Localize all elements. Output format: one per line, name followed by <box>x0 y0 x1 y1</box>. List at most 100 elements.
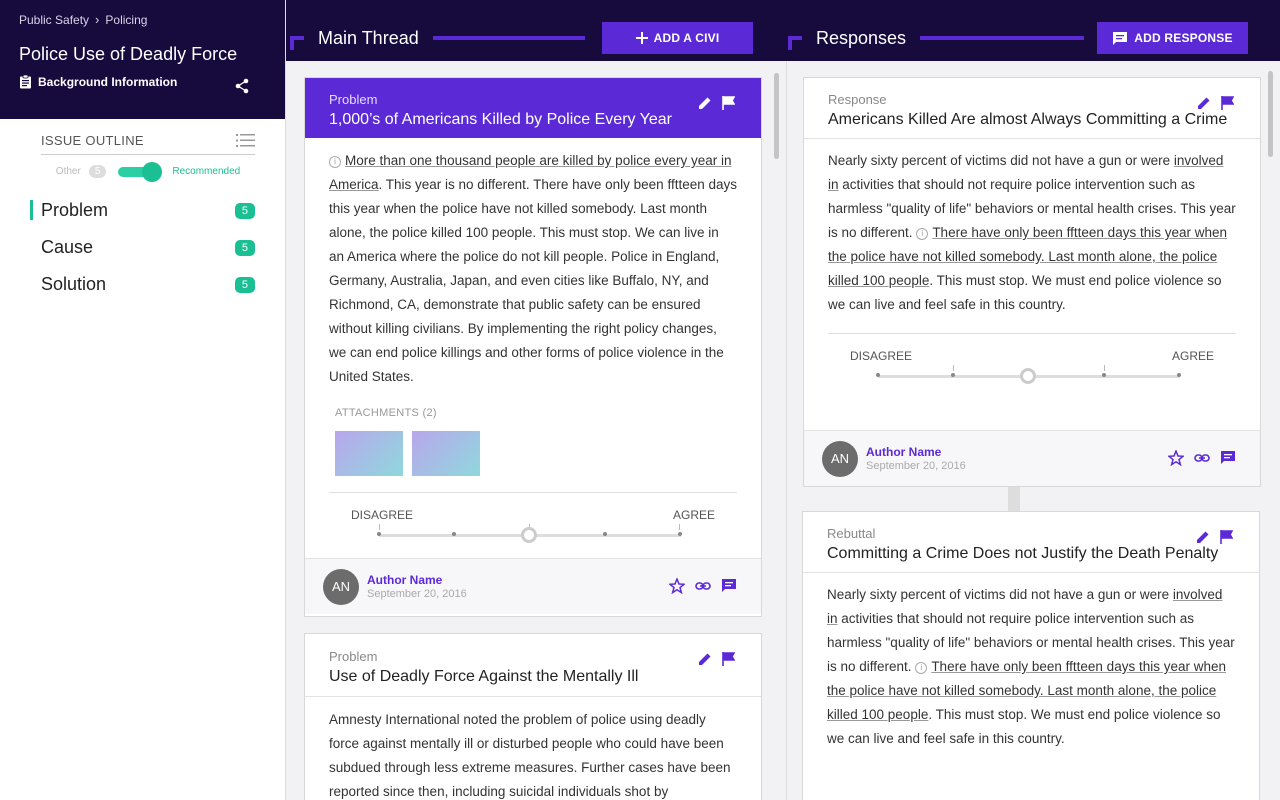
civi-card-selected[interactable]: Problem 1,000’s of Americans Killed by P… <box>304 77 762 617</box>
scale-point[interactable] <box>678 532 682 536</box>
chevron-right-icon: › <box>95 12 100 27</box>
scale-point[interactable] <box>377 532 381 536</box>
recommended-toggle[interactable] <box>118 161 163 182</box>
disagree-label: DISAGREE <box>351 508 414 522</box>
toggle-knob[interactable] <box>142 161 163 182</box>
sidebar: Public Safety › Policing Police Use of D… <box>0 0 286 800</box>
bracket-icon <box>788 36 802 50</box>
outline-count-badge: 5 <box>234 202 255 219</box>
responses-header: Responses <box>788 22 1085 54</box>
star-icon[interactable] <box>1168 450 1184 466</box>
card-type: Response <box>828 92 887 107</box>
civi-card[interactable]: Problem Use of Deadly Force Against the … <box>304 633 762 800</box>
pencil-icon[interactable] <box>698 652 712 666</box>
card-header: Problem 1,000’s of Americans Killed by P… <box>305 78 761 138</box>
star-icon[interactable] <box>669 578 685 594</box>
scale-point[interactable] <box>603 532 607 536</box>
breadcrumb: Public Safety › Policing <box>19 12 266 27</box>
main-scrollbar[interactable] <box>774 73 779 159</box>
attachment-thumbnail[interactable] <box>335 431 403 476</box>
other-count-badge: 5 <box>88 165 107 178</box>
author-name[interactable]: Author Name <box>866 445 966 459</box>
post-date: September 20, 2016 <box>367 588 467 600</box>
issue-title: Police Use of Deadly Force <box>19 44 238 64</box>
card-body: i More than one thousand people are kille… <box>305 138 761 558</box>
card-type: Problem <box>329 649 378 664</box>
pencil-icon[interactable] <box>1197 96 1211 110</box>
card-title: Committing a Crime Does not Justify the … <box>827 545 1219 562</box>
plus-icon <box>635 32 648 44</box>
scale-tick <box>679 524 680 530</box>
background-info-label: Background Information <box>38 75 178 89</box>
background-info-link[interactable]: Background Information <box>19 75 266 89</box>
breadcrumb-item-public-safety[interactable]: Public Safety <box>19 13 89 27</box>
author-info: Author Name September 20, 2016 <box>866 445 966 472</box>
responses-scrollbar[interactable] <box>1268 71 1273 157</box>
scale-track[interactable] <box>876 365 1181 384</box>
card-actions <box>698 96 735 110</box>
scale-point[interactable] <box>876 373 880 377</box>
comment-icon[interactable] <box>721 578 737 594</box>
card-header: Response Americans Killed Are almost Alw… <box>804 78 1260 138</box>
outline-item-label: Problem <box>41 200 109 220</box>
share-icon[interactable] <box>235 78 249 94</box>
scale-point[interactable] <box>1177 373 1181 377</box>
scale-knob[interactable] <box>1020 368 1036 384</box>
outline-item-label: Solution <box>41 274 107 294</box>
card-title: 1,000’s of Americans Killed by Police Ev… <box>329 111 673 128</box>
card-body: Nearly sixty percent of victims did not … <box>803 572 1259 751</box>
avatar[interactable]: AN <box>323 568 359 605</box>
recommended-toggle-row: Other 5 Recommended <box>41 161 255 182</box>
rebuttal-card[interactable]: Rebuttal Committing a Crime Does not Jus… <box>802 511 1260 800</box>
outline-item-label: Cause <box>41 237 94 257</box>
info-icon[interactable]: i <box>329 156 341 168</box>
attachment-thumbnail[interactable] <box>412 431 480 476</box>
add-civi-button[interactable]: ADD A CIVI <box>602 22 753 54</box>
scale-point[interactable] <box>1102 373 1106 377</box>
add-response-label: ADD RESPONSE <box>1134 31 1233 45</box>
sidebar-header: Public Safety › Policing Police Use of D… <box>0 0 285 119</box>
attachments-label: ATTACHMENTS (2) <box>335 407 437 419</box>
attachments-list <box>335 431 737 476</box>
flag-icon[interactable] <box>722 652 735 666</box>
card-body-text: Nearly sixty percent of victims did not … <box>827 587 1173 602</box>
comment-icon[interactable] <box>1220 450 1236 466</box>
info-icon[interactable]: i <box>916 228 929 240</box>
outline-title: ISSUE OUTLINE <box>41 133 144 148</box>
response-card[interactable]: Response Americans Killed Are almost Alw… <box>803 77 1261 487</box>
flag-icon[interactable] <box>1221 96 1234 110</box>
issue-outline: ISSUE OUTLINE Other 5 Recommended Proble… <box>0 119 285 303</box>
toggle-recommended-label: Recommended <box>172 166 241 177</box>
outline-item-cause[interactable]: Cause 5 <box>41 229 255 266</box>
chat-icon <box>1113 31 1128 45</box>
main-thread-title: Main Thread <box>318 27 419 48</box>
add-response-button[interactable]: ADD RESPONSE <box>1097 22 1248 54</box>
flag-icon[interactable] <box>722 96 735 110</box>
footer-actions <box>669 578 737 594</box>
info-icon[interactable]: i <box>915 662 928 674</box>
pencil-icon[interactable] <box>698 96 712 110</box>
scale-knob[interactable] <box>521 527 537 543</box>
flag-icon[interactable] <box>1220 530 1233 544</box>
list-icon[interactable] <box>236 133 255 148</box>
outline-item-problem[interactable]: Problem 5 <box>30 192 255 229</box>
agree-label: AGREE <box>1171 349 1214 363</box>
avatar[interactable]: AN <box>822 440 858 477</box>
card-actions <box>698 652 735 666</box>
main-thread-column: Problem 1,000’s of Americans Killed by P… <box>286 61 786 800</box>
scale-point[interactable] <box>951 373 955 377</box>
agreement-scale: DISAGREE AGREE <box>329 492 737 558</box>
card-actions <box>1196 530 1233 544</box>
link-icon[interactable] <box>1194 450 1210 466</box>
card-actions <box>1197 96 1234 110</box>
card-body-text: . This year is no different. There have … <box>329 177 737 384</box>
pencil-icon[interactable] <box>1196 530 1210 544</box>
scale-tick <box>953 365 954 371</box>
outline-item-solution[interactable]: Solution 5 <box>41 266 255 303</box>
scale-point[interactable] <box>452 532 456 536</box>
link-icon[interactable] <box>695 578 711 594</box>
scale-track[interactable] <box>377 524 682 543</box>
card-body-text: Nearly sixty percent of victims did not … <box>828 153 1174 168</box>
breadcrumb-item-policing[interactable]: Policing <box>105 13 147 27</box>
author-name[interactable]: Author Name <box>367 573 467 587</box>
